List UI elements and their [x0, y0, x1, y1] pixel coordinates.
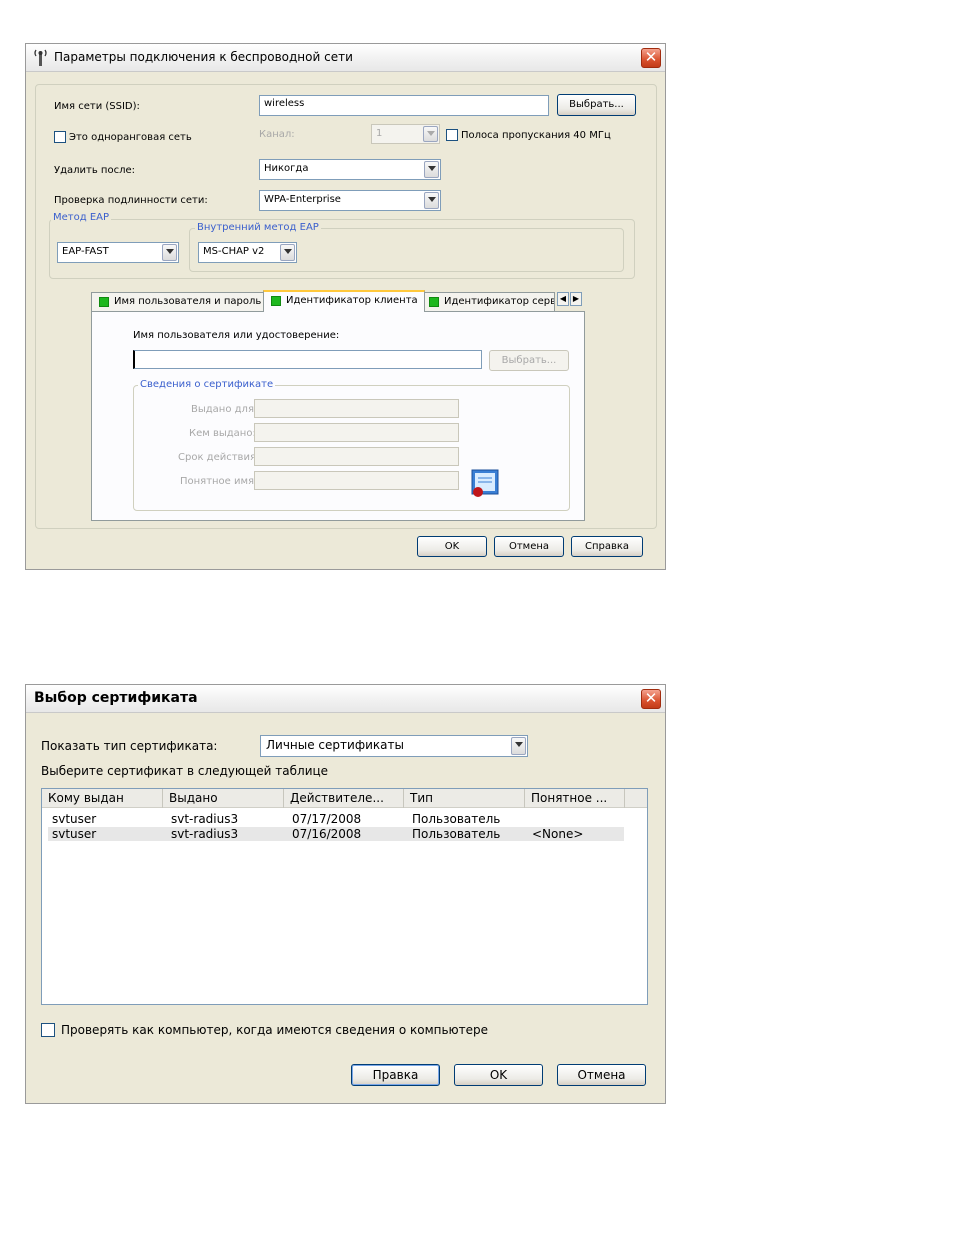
cell-type: Пользователь — [412, 812, 501, 826]
dialog-title: Параметры подключения к беспроводной сет… — [54, 50, 353, 64]
inner-eap-select[interactable]: MS-CHAP v2 — [198, 242, 297, 263]
issued-to-field — [254, 399, 459, 418]
verify-computer-label: Проверять как компьютер, когда имеются с… — [61, 1023, 489, 1037]
chevron-left-icon: ◀ — [559, 294, 567, 303]
issued-by-field — [254, 423, 459, 442]
ssid-label: Имя сети (SSID): — [54, 101, 140, 112]
friendly-name-label: Понятное имя: — [180, 476, 258, 487]
inner-eap-group-title: Внутренний метод EAP — [195, 222, 321, 233]
cancel-button[interactable]: Отмена — [494, 536, 564, 557]
issued-by-label: Кем выдано: — [189, 428, 256, 439]
tab-client-identity[interactable]: Идентификатор клиента — [263, 290, 425, 312]
auth-label: Проверка подлинности сети: — [54, 195, 208, 206]
titlebar: Выбор сертификата ✕ — [26, 685, 665, 713]
bandwidth-checkbox[interactable] — [446, 129, 458, 141]
friendly-name-field — [254, 471, 459, 490]
tab-strip: Имя пользователя и пароль Идентификатор … — [91, 290, 591, 312]
cert-group-title: Сведения о сертификате — [138, 379, 276, 390]
close-icon: ✕ — [644, 689, 658, 707]
certificate-list[interactable]: Кому выдан Выдано Действителе... Тип Пон… — [41, 788, 648, 1005]
chevron-down-icon — [423, 126, 438, 142]
ok-button[interactable]: OK — [454, 1064, 543, 1086]
green-status-icon — [429, 297, 439, 307]
show-type-label: Показать тип сертификата: — [41, 739, 218, 753]
channel-label: Канал: — [259, 129, 295, 140]
green-status-icon — [271, 296, 281, 306]
certificate-select-dialog: Выбор сертификата ✕ Показать тип сертифи… — [25, 684, 666, 1104]
inner-eap-value: MS-CHAP v2 — [203, 246, 265, 257]
help-button[interactable]: Справка — [571, 536, 643, 557]
tab-label: Имя пользователя и пароль — [114, 296, 262, 307]
cell-issued-by: svt-radius3 — [171, 827, 239, 841]
column-header-type[interactable]: Тип — [404, 789, 525, 808]
cell-friendly: <None> — [532, 827, 584, 841]
cell-type: Пользователь — [412, 827, 501, 841]
edit-button[interactable]: Правка — [351, 1064, 440, 1086]
certificate-icon[interactable] — [470, 468, 500, 498]
expires-label: Срок действия: — [178, 452, 260, 463]
select-cert-button[interactable]: Выбрать... — [489, 350, 569, 371]
tab-server-identity[interactable]: Идентификатор сервер — [421, 292, 555, 312]
tab-scroll-left-button[interactable]: ◀ — [557, 292, 569, 306]
eap-group-title: Метод EAP — [51, 212, 112, 223]
channel-select[interactable]: 1 — [371, 124, 440, 144]
chevron-down-icon — [424, 192, 439, 209]
column-header-friendly[interactable]: Понятное ... — [525, 789, 625, 808]
chevron-down-icon — [280, 244, 295, 261]
tab-username-password[interactable]: Имя пользователя и пароль — [91, 292, 269, 312]
cell-issued-to: svtuser — [52, 827, 97, 841]
adhoc-checkbox[interactable] — [54, 131, 66, 143]
choose-cert-label: Выберите сертификат в следующей таблице — [41, 764, 329, 778]
list-header: Кому выдан Выдано Действителе... Тип Пон… — [42, 789, 647, 808]
bandwidth-label: Полоса пропускания 40 МГц — [461, 130, 611, 141]
cell-issued-by: svt-radius3 — [171, 812, 239, 826]
expires-field — [254, 447, 459, 466]
cert-type-value: Личные сертификаты — [266, 738, 404, 752]
chevron-down-icon — [162, 244, 177, 261]
close-button[interactable]: ✕ — [641, 689, 661, 709]
ssid-input[interactable]: wireless — [259, 95, 549, 116]
auth-value: WPA-Enterprise — [264, 194, 341, 205]
user-cert-label: Имя пользователя или удостоверение: — [133, 330, 340, 341]
tab-label: Идентификатор сервер — [444, 296, 554, 307]
table-row[interactable]: svtuser svt-radius3 07/16/2008 Пользоват… — [48, 827, 624, 841]
chevron-down-icon — [424, 161, 439, 178]
close-button[interactable]: ✕ — [641, 48, 661, 68]
cell-issued-to: svtuser — [52, 812, 97, 826]
column-header-issued-by[interactable]: Выдано — [163, 789, 284, 808]
delete-after-value: Никогда — [264, 163, 309, 174]
cell-valid: 07/16/2008 — [292, 827, 362, 841]
close-icon: ✕ — [644, 48, 658, 66]
ok-button[interactable]: OK — [417, 536, 487, 557]
issued-to-label: Выдано для: — [191, 404, 258, 415]
chevron-right-icon: ▶ — [572, 294, 580, 303]
dialog-title: Выбор сертификата — [34, 690, 198, 706]
wireless-settings-dialog: Параметры подключения к беспроводной сет… — [25, 43, 666, 570]
chevron-down-icon — [511, 737, 526, 755]
channel-value: 1 — [376, 128, 383, 139]
column-header-valid[interactable]: Действителе... — [284, 789, 404, 808]
user-cert-input[interactable] — [133, 350, 482, 369]
eap-method-select[interactable]: EAP-FAST — [57, 242, 179, 263]
cert-type-select[interactable]: Личные сертификаты — [260, 735, 528, 757]
verify-computer-checkbox[interactable] — [41, 1023, 55, 1037]
cell-valid: 07/17/2008 — [292, 812, 362, 826]
column-header-issued-to[interactable]: Кому выдан — [42, 789, 163, 808]
tab-label: Идентификатор клиента — [286, 295, 418, 306]
select-network-button[interactable]: Выбрать... — [557, 94, 636, 116]
wireless-antenna-icon — [34, 49, 47, 66]
adhoc-label: Это одноранговая сеть — [69, 132, 192, 143]
green-status-icon — [99, 297, 109, 307]
titlebar: Параметры подключения к беспроводной сет… — [26, 44, 665, 72]
eap-method-value: EAP-FAST — [62, 246, 109, 257]
delete-after-select[interactable]: Никогда — [259, 159, 441, 180]
cancel-button[interactable]: Отмена — [557, 1064, 646, 1086]
tab-scroll-right-button[interactable]: ▶ — [570, 292, 582, 306]
delete-after-label: Удалить после: — [54, 165, 135, 176]
table-row[interactable]: svtuser svt-radius3 07/17/2008 Пользоват… — [48, 812, 624, 826]
auth-select[interactable]: WPA-Enterprise — [259, 190, 441, 211]
